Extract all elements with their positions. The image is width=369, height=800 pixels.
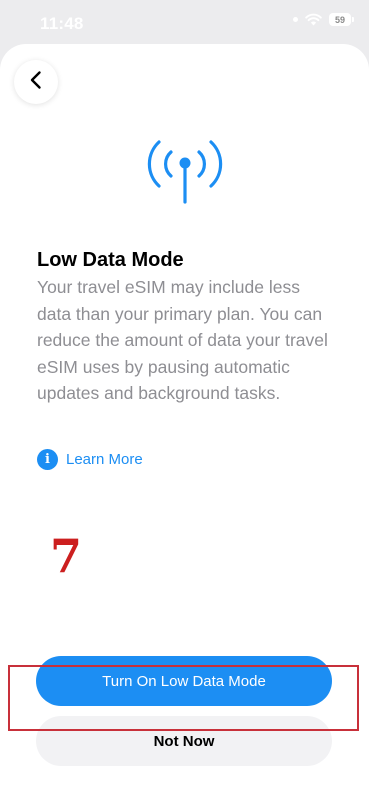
back-button[interactable] — [14, 60, 58, 104]
turn-on-low-data-mode-button[interactable]: Turn On Low Data Mode — [36, 656, 332, 706]
battery-icon: 59 — [329, 13, 354, 26]
annotation-step-number: 7 — [50, 529, 83, 583]
dot-icon — [293, 17, 298, 22]
learn-more-link[interactable]: i Learn More — [37, 449, 143, 470]
description-text: Your travel eSIM may include less data t… — [37, 277, 328, 403]
low-data-mode-sheet: Low Data Mode Your travel eSIM may inclu… — [0, 44, 369, 800]
not-now-button[interactable]: Not Now — [36, 716, 332, 766]
status-bar: 11:48 59 — [0, 0, 369, 44]
learn-more-label: Learn More — [66, 451, 143, 468]
wifi-icon — [305, 13, 322, 26]
status-time: 11:48 — [40, 14, 84, 33]
chevron-left-icon — [29, 70, 43, 95]
antenna-signal-icon — [147, 136, 223, 206]
status-icons: 59 — [293, 13, 354, 26]
page-title: Low Data Mode — [37, 249, 184, 271]
screen: 11:48 59 Low Data Mode Your travel eSIM … — [0, 0, 369, 800]
info-icon: i — [37, 449, 58, 470]
